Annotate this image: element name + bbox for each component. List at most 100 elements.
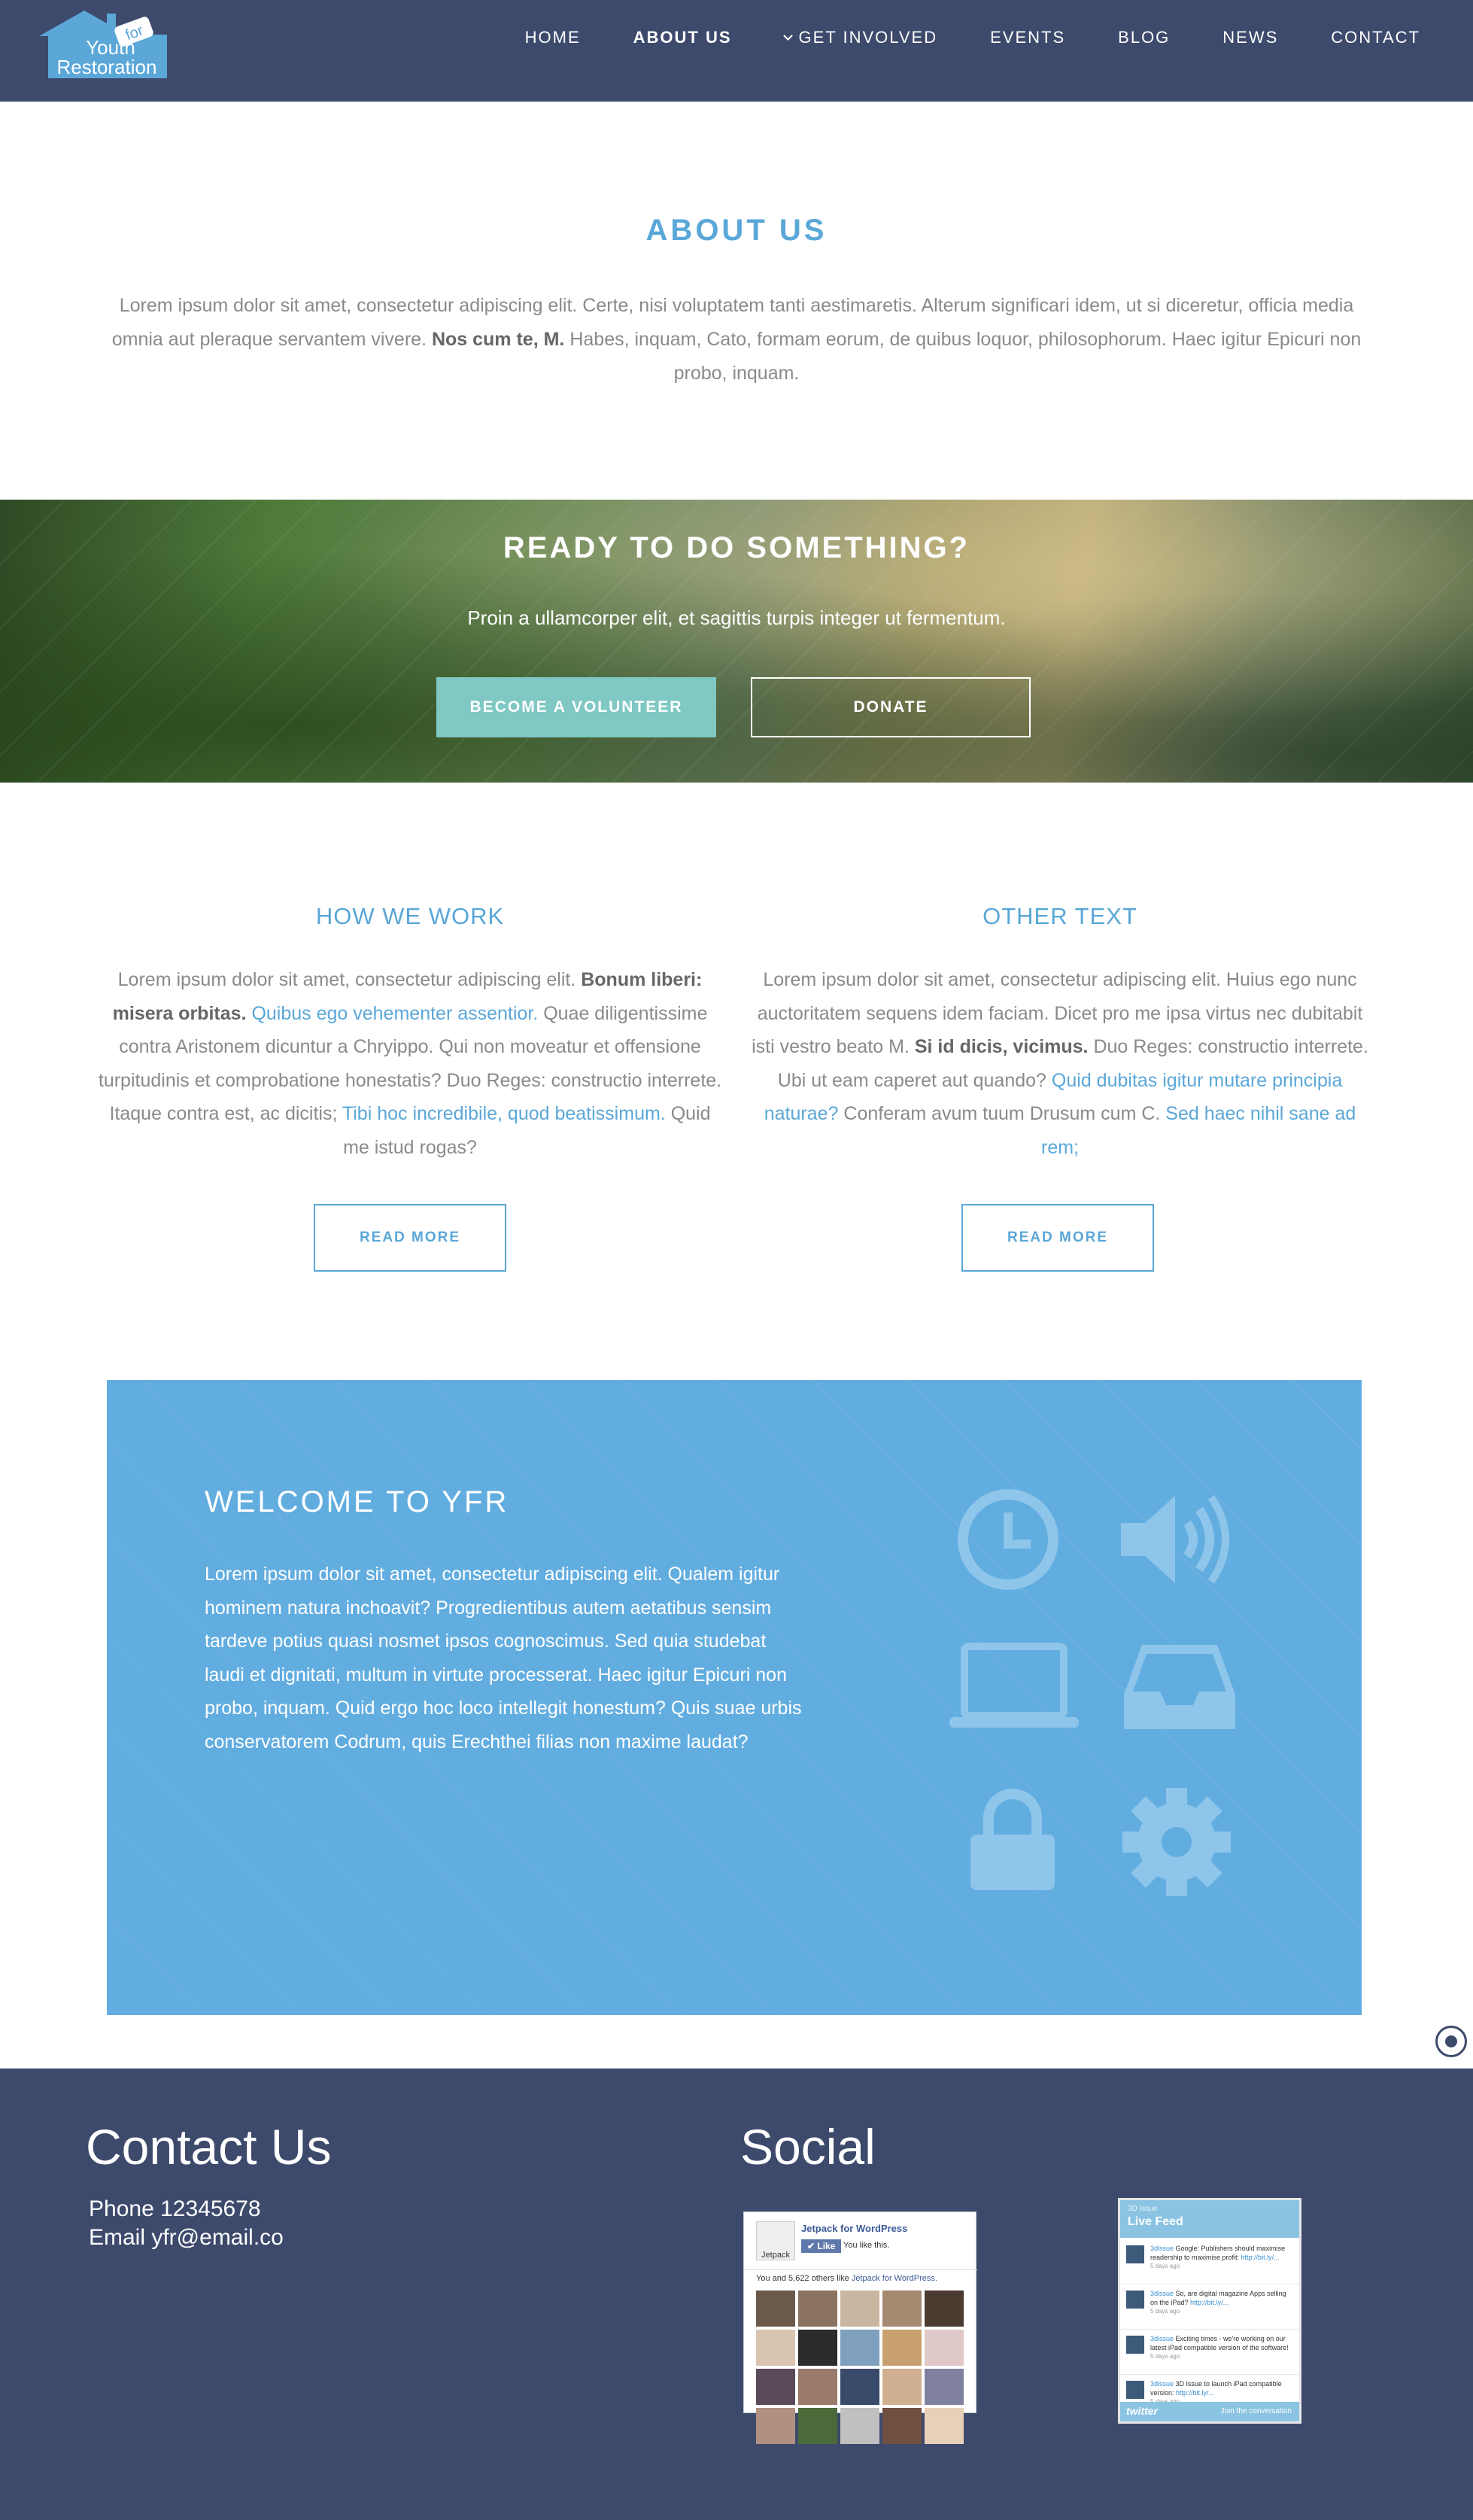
nav-home[interactable]: HOME <box>525 28 581 47</box>
tweet-link[interactable]: http://bit.ly/... <box>1190 2299 1229 2306</box>
fb-page-name[interactable]: Jetpack for WordPress <box>801 2223 907 2234</box>
hww-link-1[interactable]: Quibus ego vehementer assentior. <box>251 1003 538 1024</box>
fb-fan-avatar[interactable] <box>925 2290 964 2327</box>
other-text-body: Lorem ipsum dolor sit amet, consectetur … <box>748 963 1372 1164</box>
how-we-work-read-more-button[interactable]: READ MORE <box>314 1204 506 1272</box>
fb-divider <box>744 2269 977 2270</box>
fb-page-avatar: Jetpack <box>756 2221 795 2260</box>
tweet-time: 5 days ago <box>1150 2308 1180 2315</box>
tweet-user[interactable]: 3dissue <box>1150 2335 1176 2342</box>
fb-fan-avatar[interactable] <box>882 2408 922 2444</box>
about-text-2: Habes, inquam, Cato, formam eorum, de qu… <box>569 329 1362 384</box>
tweet-time: 5 days ago <box>1150 2353 1180 2360</box>
about-title: ABOUT US <box>645 214 828 247</box>
twitter-feed-widget[interactable]: 3D Issue Live Feed 3dissue Google: Publi… <box>1118 2198 1301 2424</box>
fb-fan-avatar[interactable] <box>925 2408 964 2444</box>
contact-email[interactable]: Email yfr@email.co <box>89 2225 284 2251</box>
fb-fan-avatar[interactable] <box>756 2290 795 2327</box>
fb-fan-avatar[interactable] <box>840 2369 879 2405</box>
hww-link-2[interactable]: Tibi hoc incredibile, quod beatissimum. <box>342 1103 666 1124</box>
fb-like-check-icon: ✔ <box>807 2241 818 2251</box>
nav-about-us[interactable]: ABOUT US <box>633 28 732 47</box>
twitter-footer: twitter Join the conversation <box>1120 2402 1299 2421</box>
fb-fan-avatar[interactable] <box>798 2330 837 2366</box>
inbox-icon <box>1124 1645 1235 1729</box>
fb-fan-avatar[interactable] <box>840 2408 879 2444</box>
twitter-logo: twitter <box>1126 2405 1158 2417</box>
fb-fan-avatar[interactable] <box>798 2408 837 2444</box>
tweet-user[interactable]: 3dissue <box>1150 2245 1176 2252</box>
tweet-list: 3dissue Google: Publishers should maximi… <box>1120 2239 1299 2421</box>
svg-text:Restoration: Restoration <box>57 56 157 78</box>
ot-bold-1: Si id dicis, vicimus. <box>914 1036 1089 1057</box>
other-text-title: OTHER TEXT <box>983 903 1137 929</box>
fb-fan-avatar[interactable] <box>798 2369 837 2405</box>
site-footer: Contact Us Phone 12345678 Email yfr@emai… <box>0 2069 1473 2520</box>
tweet-avatar <box>1126 2245 1144 2263</box>
nav-get-involved[interactable]: GET INVOLVED <box>782 28 938 47</box>
tweet-avatar <box>1126 2336 1144 2354</box>
twitter-join-link[interactable]: Join the conversation <box>1220 2407 1292 2415</box>
fb-fan-avatar[interactable] <box>756 2369 795 2405</box>
nav-get-involved-label: GET INVOLVED <box>798 28 938 47</box>
facebook-like-box[interactable]: Jetpack Jetpack for WordPress ✔ Like You… <box>743 2211 977 2444</box>
tweet-avatar <box>1126 2381 1144 2399</box>
welcome-panel: WELCOME TO YFR Lorem ipsum dolor sit ame… <box>107 1380 1362 2015</box>
fb-fan-avatar[interactable] <box>840 2290 879 2327</box>
fb-fan-avatar[interactable] <box>840 2330 879 2366</box>
cta-subtitle: Proin a ullamcorper elit, et sagittis tu… <box>467 606 1006 629</box>
tweet-item[interactable]: 3dissue So, are digital magazine Apps se… <box>1120 2284 1299 2330</box>
tweet-user[interactable]: 3dissue <box>1150 2380 1176 2388</box>
welcome-title: WELCOME TO YFR <box>205 1485 509 1518</box>
donate-button[interactable]: DONATE <box>751 677 1031 737</box>
cta-title-post: ? <box>949 531 970 564</box>
twitter-header-small: 3D Issue <box>1128 2205 1158 2213</box>
nav-events[interactable]: EVENTS <box>990 28 1065 47</box>
contact-phone: Phone 12345678 <box>89 2196 261 2221</box>
twitter-header-title: Live Feed <box>1128 2215 1183 2228</box>
about-text-bold: Nos cum te, M. <box>431 329 565 350</box>
tweet-item[interactable]: 3dissue Google: Publishers should maximi… <box>1120 2239 1299 2284</box>
become-volunteer-button[interactable]: BECOME A VOLUNTEER <box>436 677 716 737</box>
how-we-work-text: Lorem ipsum dolor sit amet, consectetur … <box>98 963 722 1164</box>
ot-text-3: Conferam avum tuum Drusum cum C. <box>843 1103 1161 1124</box>
hww-text-1: Lorem ipsum dolor sit amet, consectetur … <box>117 969 576 990</box>
clock-icon <box>958 1489 1058 1590</box>
nav-news[interactable]: NEWS <box>1222 28 1278 47</box>
main-nav: HOME ABOUT US GET INVOLVED EVENTS BLOG N… <box>472 0 1420 75</box>
fb-fan-avatar[interactable] <box>925 2330 964 2366</box>
social-title: Social <box>740 2119 876 2175</box>
how-we-work-section: HOW WE WORK Lorem ipsum dolor sit amet, … <box>98 903 722 1164</box>
tweet-user[interactable]: 3dissue <box>1150 2290 1176 2297</box>
scroll-indicator-icon[interactable] <box>1435 2026 1467 2057</box>
fb-like-button[interactable]: ✔ Like <box>801 2239 842 2253</box>
tweet-item[interactable]: 3dissue Exciting times - we're working o… <box>1120 2330 1299 2375</box>
lock-icon <box>970 1789 1055 1890</box>
fb-others-link[interactable]: Jetpack for WordPress. <box>852 2274 937 2283</box>
fb-fan-avatar[interactable] <box>756 2330 795 2366</box>
speaker-icon <box>1121 1495 1229 1584</box>
cta-title-pre: READY TO DO <box>503 531 736 564</box>
cta-title-bold: SOMETHING <box>746 531 949 564</box>
tweet-link[interactable]: http://bit.ly/... <box>1176 2389 1214 2397</box>
chevron-down-icon <box>782 30 793 41</box>
fb-like-label: Like <box>817 2241 836 2251</box>
how-we-work-title: HOW WE WORK <box>315 903 505 929</box>
laptop-icon <box>949 1643 1079 1728</box>
fb-fan-avatar[interactable] <box>882 2369 922 2405</box>
gear-icon <box>1122 1788 1231 1896</box>
site-logo[interactable]: for Youth Restoration <box>32 8 182 83</box>
cta-hero: READY TO DO SOMETHING? Proin a ullamcorp… <box>0 500 1473 783</box>
tweet-avatar <box>1126 2290 1144 2309</box>
fb-fan-avatar[interactable] <box>798 2290 837 2327</box>
welcome-text: Lorem ipsum dolor sit amet, consectetur … <box>205 1564 802 1752</box>
fb-fan-avatar[interactable] <box>882 2290 922 2327</box>
tweet-link[interactable]: http://bit.ly/... <box>1241 2254 1280 2261</box>
other-text-read-more-button[interactable]: READ MORE <box>961 1204 1154 1272</box>
nav-contact[interactable]: CONTACT <box>1331 28 1420 47</box>
fb-fan-avatar[interactable] <box>882 2330 922 2366</box>
fb-avatar-text: Jetpack <box>761 2251 790 2260</box>
fb-fan-avatar[interactable] <box>925 2369 964 2405</box>
nav-blog[interactable]: BLOG <box>1118 28 1170 47</box>
fb-fan-avatar[interactable] <box>756 2408 795 2444</box>
